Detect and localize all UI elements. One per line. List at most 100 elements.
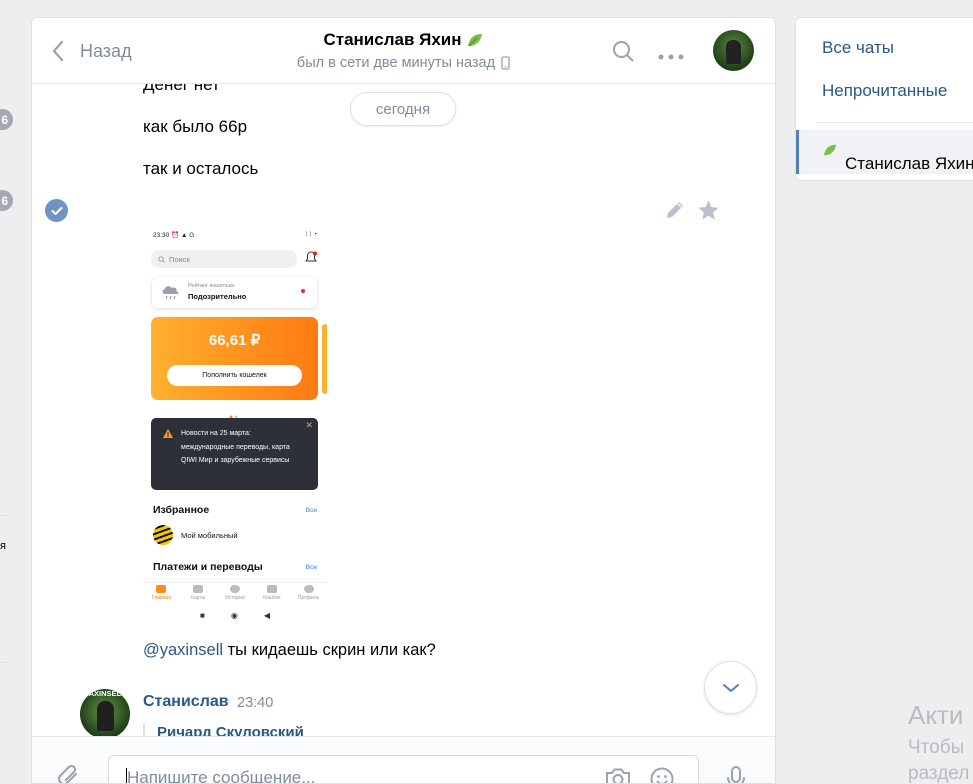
- peer-status: был в сети две минуты назад: [297, 55, 510, 71]
- attached-image[interactable]: 23:30 ⏰ ▲ G ⁞ ⁞ ◔ Поиск Рейтинг кошелька…: [143, 220, 327, 620]
- phone-tab-cards: Карты: [180, 583, 217, 604]
- mention-link[interactable]: @yaxinsell: [143, 641, 223, 659]
- wallet-balance: 66,61 ₽: [208, 332, 261, 349]
- activation-watermark: Акти Чтобы раздел: [908, 700, 969, 784]
- pencil-icon: [667, 202, 683, 218]
- more-button[interactable]: [658, 47, 684, 65]
- checkmark-icon: [51, 206, 62, 215]
- status-time: 23:30: [153, 232, 170, 239]
- phone-tab-history: История: [217, 583, 254, 604]
- camera-button[interactable]: [604, 766, 632, 783]
- edit-message-button[interactable]: [664, 199, 686, 226]
- message-history[interactable]: сегодня Денег нет как было 66р так и ост…: [32, 84, 775, 736]
- scroll-down-button[interactable]: [704, 661, 757, 714]
- microphone-icon: [727, 766, 745, 783]
- message-text: Денег нет: [143, 84, 220, 94]
- card-icon: [193, 585, 204, 593]
- unread-badge: 6: [0, 190, 13, 211]
- phone-status-icons: ⁞ ⁞ ◔: [305, 231, 317, 238]
- emoji-button[interactable]: [649, 766, 675, 783]
- payments-all-link: Все: [305, 564, 317, 571]
- profile-icon: [303, 585, 314, 593]
- favorite-item: Мой мобильный: [181, 531, 238, 540]
- watermark-line: Акти: [908, 700, 964, 730]
- message-composer: Напишите сообщение...: [32, 736, 775, 784]
- unread-badge: 6: [0, 109, 13, 130]
- message-input-placeholder: Напишите сообщение...: [127, 768, 316, 784]
- avatar-figure: [726, 40, 741, 64]
- back-icon: ◀: [263, 611, 270, 620]
- search-icon: [613, 41, 634, 62]
- left-panel-edge: 6 6 я: [0, 0, 14, 784]
- star-icon: [698, 200, 719, 220]
- avatar-figure: [97, 701, 114, 731]
- alert-dot: [301, 289, 305, 293]
- wallet-icon: [156, 585, 167, 593]
- avatar-tag: YAXINSELL: [84, 689, 126, 698]
- phone-search-placeholder: Поиск: [169, 255, 190, 264]
- menu-all-chats[interactable]: Все чаты: [822, 38, 894, 58]
- peer-name[interactable]: Станислав Яхин: [323, 30, 483, 50]
- message-select-checkbox[interactable]: [45, 199, 68, 222]
- next-card-peek: [322, 324, 327, 394]
- message-time[interactable]: 23:40: [237, 695, 273, 711]
- watermark-line: раздел: [908, 763, 970, 784]
- phone-tabbar: Главная Карты История Кешбэк Профиль: [143, 582, 327, 604]
- sender-avatar[interactable]: YAXINSELL: [80, 689, 130, 736]
- phone-tab-cashback: Кешбэк: [253, 583, 290, 604]
- chat-filter-menu: Все чаты Непрочитанные Станислав Яхин: [795, 17, 973, 181]
- phone-tab-profile: Профиль: [290, 583, 327, 604]
- chevron-down-icon: [722, 683, 739, 692]
- chevron-left-icon: [52, 40, 64, 62]
- status-icons: ⏰ ▲ G: [171, 232, 195, 239]
- message-body: ты кидаешь скрин или как?: [223, 641, 436, 659]
- payments-title: Платежи и переводы: [153, 561, 263, 573]
- smile-icon: [650, 767, 674, 783]
- chat-header: Назад Станислав Яхин был в сети две мину…: [32, 18, 775, 84]
- active-chat-name: Станислав Яхин: [845, 154, 973, 173]
- favorite-message-button[interactable]: [697, 199, 720, 226]
- search-button[interactable]: [612, 40, 634, 67]
- gift-icon: [266, 585, 277, 593]
- chat-panel: Назад Станислав Яхин был в сети две мину…: [31, 17, 776, 784]
- watermark-line: Чтобы: [908, 737, 965, 758]
- menu-active-chat[interactable]: Станислав Яхин: [796, 130, 973, 174]
- phone-navbar: ■ ◉ ◀: [143, 611, 327, 620]
- tab-label: Профиль: [297, 595, 320, 601]
- tab-label: Карты: [191, 595, 206, 601]
- phone-search-bar: Поиск: [151, 250, 297, 268]
- warning-icon: [163, 429, 173, 438]
- back-button[interactable]: Назад: [50, 39, 132, 63]
- paperclip-icon: [58, 764, 77, 783]
- tab-label: История: [225, 595, 245, 601]
- leaf-icon: [467, 34, 482, 47]
- menu-divider: [816, 122, 973, 123]
- wallet-card: 66,61 ₽ Пополнить кошелек: [151, 317, 318, 400]
- sender-name[interactable]: Станислав: [143, 693, 229, 711]
- message-text: так и осталось: [143, 159, 259, 178]
- favorites-title: Избранное: [153, 504, 210, 516]
- menu-unread[interactable]: Непрочитанные: [822, 81, 947, 101]
- attach-button[interactable]: [56, 763, 82, 783]
- date-divider: сегодня: [350, 92, 456, 126]
- peer-status-text: был в сети две минуты назад: [296, 55, 496, 71]
- phone-tab-main: Главная: [143, 583, 180, 604]
- rating-value: Подозрительно: [188, 292, 247, 301]
- leaf-icon: [823, 144, 837, 156]
- back-label: Назад: [80, 40, 132, 61]
- divider: [0, 515, 8, 516]
- cloud-rain-icon: [162, 286, 179, 300]
- text-fragment: я: [0, 540, 6, 552]
- reply-quote[interactable]: Ричард Скуловский: [143, 724, 304, 736]
- clock-icon: [229, 585, 240, 593]
- home-icon: ◉: [230, 611, 238, 620]
- tab-label: Главная: [151, 595, 171, 601]
- camera-icon: [606, 768, 630, 783]
- voice-message-button[interactable]: [725, 765, 747, 783]
- tab-label: Кешбэк: [263, 595, 281, 601]
- bell-icon: [305, 251, 317, 269]
- peer-avatar[interactable]: [713, 30, 754, 71]
- search-icon: [158, 256, 165, 263]
- recents-icon: ■: [200, 611, 205, 620]
- message-input[interactable]: Напишите сообщение...: [108, 755, 699, 784]
